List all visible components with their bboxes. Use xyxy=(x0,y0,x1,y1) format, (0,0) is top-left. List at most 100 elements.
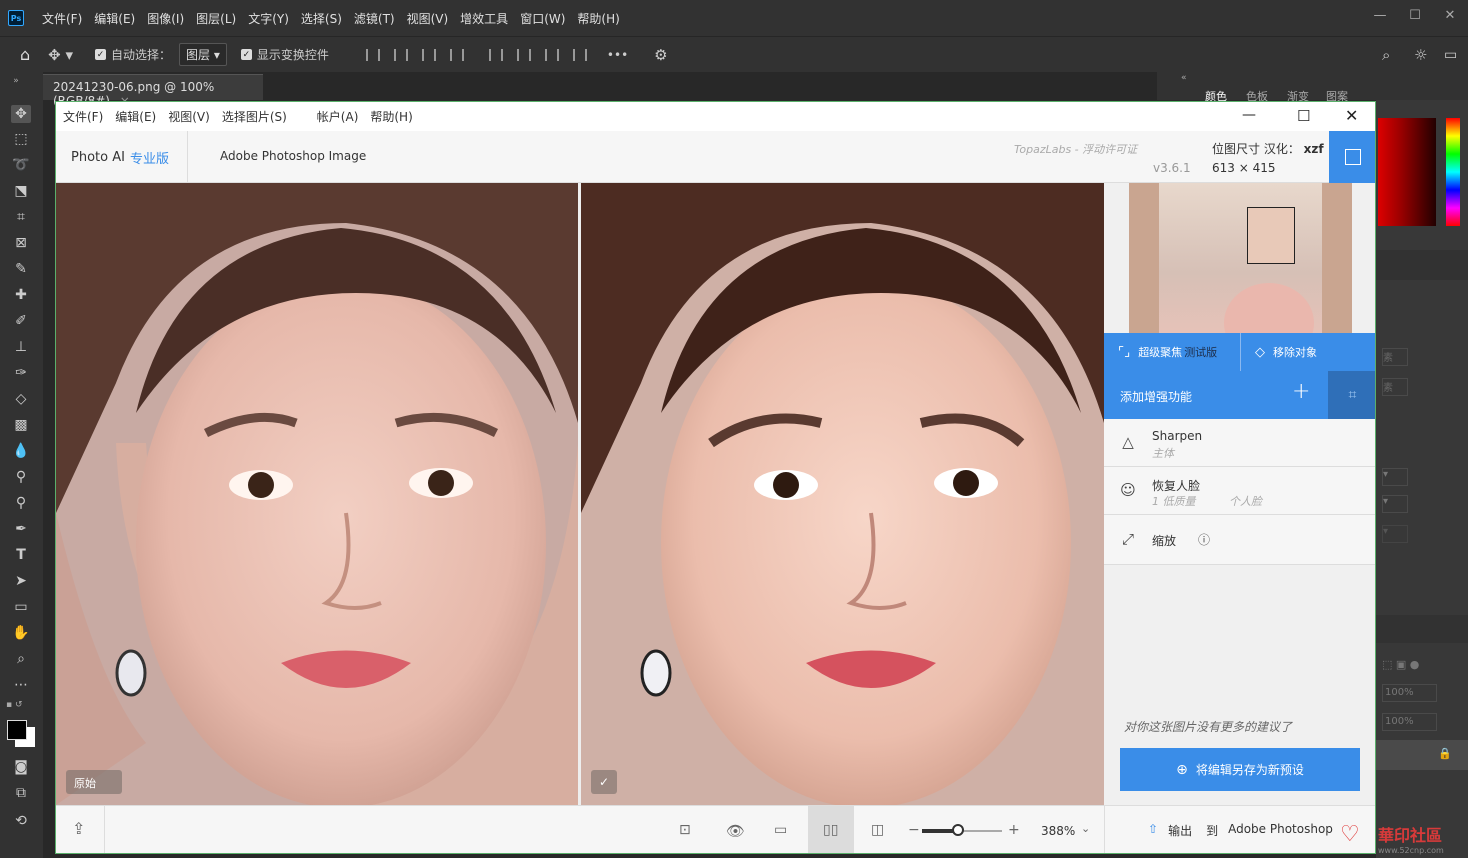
crop-button[interactable]: ⌗ xyxy=(1328,371,1375,419)
single-view-icon[interactable]: ▭ xyxy=(774,822,787,838)
layer-tools-icons[interactable]: ⬚ ▣ ● xyxy=(1382,658,1419,671)
dodge-icon[interactable]: ⚲ xyxy=(11,468,31,486)
distribute-vertical-icon[interactable] xyxy=(572,48,587,61)
tz-menu-help[interactable]: 帮助(H) xyxy=(364,108,418,125)
feature-upscale[interactable]: ⤢ 缩放 ⓘ xyxy=(1104,515,1375,565)
lasso-tool-icon[interactable]: ➰ xyxy=(11,156,31,174)
lightbulb-icon[interactable]: ☼ xyxy=(1414,46,1427,64)
info-icon[interactable]: ⓘ xyxy=(1198,531,1210,548)
eyedropper-icon[interactable]: ✎ xyxy=(11,260,31,278)
tz-menu-select-image[interactable]: 选择图片(S) xyxy=(216,108,293,125)
super-focus-button[interactable]: ⌜⌟ 超级聚焦 测试版 xyxy=(1104,333,1241,371)
screen-mode-icon[interactable]: ⧉ xyxy=(11,784,31,802)
hue-slider[interactable] xyxy=(1446,118,1460,226)
pen-tool-icon[interactable]: ✒ xyxy=(11,520,31,538)
align-middle-icon[interactable] xyxy=(516,48,531,61)
ps-menu-window[interactable]: 窗口(W) xyxy=(514,10,571,27)
ps-menu-file[interactable]: 文件(F) xyxy=(36,10,88,27)
ps-menu-select[interactable]: 选择(S) xyxy=(295,10,348,27)
ps-menu-view[interactable]: 视图(V) xyxy=(401,10,455,27)
zoom-in-icon[interactable]: + xyxy=(1008,822,1020,838)
panel-field[interactable]: 素 xyxy=(1382,348,1408,366)
panel-dropdown[interactable]: ▾ xyxy=(1382,468,1408,486)
workspace-icon[interactable]: ▭ xyxy=(1444,47,1457,63)
zoom-dropdown-icon[interactable]: ⌄ xyxy=(1081,822,1090,835)
gear-icon[interactable]: ⚙ xyxy=(654,46,667,64)
focus-view-icon[interactable]: ⊡ xyxy=(679,822,691,838)
tz-menu-file[interactable]: 文件(F) xyxy=(57,108,109,125)
ps-close-icon[interactable]: ✕ xyxy=(1440,8,1460,23)
panel-dropdown[interactable]: ▾ xyxy=(1382,525,1408,543)
burn-icon[interactable]: ⚲ xyxy=(11,494,31,512)
tz-menu-account[interactable]: 帐户(A) xyxy=(311,108,365,125)
more-options-icon[interactable]: ••• xyxy=(607,48,628,62)
foreground-color-swatch[interactable] xyxy=(7,720,27,740)
expand-toolbar-icon[interactable]: » xyxy=(6,72,26,90)
frame-tool-icon[interactable]: ⊠ xyxy=(11,234,31,252)
quick-mask-icon[interactable]: ◙ xyxy=(11,758,31,776)
type-tool-icon[interactable]: T xyxy=(11,546,31,564)
layer-row[interactable]: 🔒 xyxy=(1376,740,1468,770)
rectangle-tool-icon[interactable]: ▭ xyxy=(11,598,31,616)
stamp-tool-icon[interactable]: ⊥ xyxy=(11,338,31,356)
move-tool-icon[interactable]: ✥ xyxy=(11,105,31,123)
tz-menu-edit[interactable]: 编辑(E) xyxy=(109,108,162,125)
healing-brush-icon[interactable]: ✚ xyxy=(11,286,31,304)
tz-menu-view[interactable]: 视图(V) xyxy=(162,108,216,125)
align-bottom-icon[interactable] xyxy=(544,48,559,61)
tz-maximize-icon[interactable]: ☐ xyxy=(1297,107,1310,125)
feature-sharpen[interactable]: △ Sharpen 主体 xyxy=(1104,419,1375,467)
split-view-button[interactable]: ▯▯ xyxy=(808,806,854,853)
ps-menu-help[interactable]: 帮助(H) xyxy=(571,10,625,27)
panel-toggle-button[interactable] xyxy=(1329,131,1375,183)
ps-menu-type[interactable]: 文字(Y) xyxy=(242,10,295,27)
ps-document-tab[interactable]: 20241230-06.png @ 100%(RGB/8#) × xyxy=(43,74,263,108)
gradient-icon[interactable]: ▩ xyxy=(11,416,31,434)
remove-object-button[interactable]: ◇ 移除对象 xyxy=(1241,333,1375,371)
enhanced-image-view[interactable]: ✓ xyxy=(581,183,1104,805)
distribute-icon[interactable] xyxy=(449,48,464,61)
more-tools-icon[interactable]: ⋯ xyxy=(11,676,31,694)
zoom-slider-thumb[interactable] xyxy=(952,824,964,836)
panel-field[interactable]: 素 xyxy=(1382,378,1408,396)
show-transform-checkbox[interactable]: ✓ 显示变换控件 xyxy=(240,46,329,63)
save-preset-button[interactable]: ⊕ 将编辑另存为新预设 xyxy=(1120,748,1360,791)
opacity-field[interactable]: 100% xyxy=(1382,684,1437,702)
feature-face-recovery[interactable]: ☺ 恢复人脸 1 低质量 个人脸 xyxy=(1104,467,1375,515)
original-image-view[interactable]: 原始 xyxy=(56,183,578,805)
history-brush-icon[interactable]: ✑ xyxy=(11,364,31,382)
search-icon[interactable]: ⌕ xyxy=(1382,46,1390,64)
tz-minimize-icon[interactable]: — xyxy=(1242,107,1256,123)
tz-close-icon[interactable]: ✕ xyxy=(1345,106,1358,125)
crop-tool-icon[interactable]: ⌗ xyxy=(11,208,31,226)
swap-colors-icon[interactable]: ▪ ↺ xyxy=(6,700,32,710)
zoom-tool-icon[interactable]: ⌕ xyxy=(11,650,31,668)
add-enhancement-bar[interactable]: 添加增强功能 + ⌗ xyxy=(1104,371,1375,419)
export-button[interactable]: ⇧ 输出 到 Adobe Photoshop xyxy=(1148,822,1333,839)
eye-icon[interactable]: 👁 xyxy=(726,822,745,840)
blur-icon[interactable]: 💧 xyxy=(11,442,31,460)
ps-menu-plugins[interactable]: 增效工具 xyxy=(454,10,514,27)
upload-icon[interactable]: ⇪ xyxy=(72,819,85,838)
collapse-panel-icon[interactable]: « xyxy=(1181,73,1187,83)
zoom-slider-track[interactable] xyxy=(922,824,1002,836)
align-top-icon[interactable] xyxy=(488,48,503,61)
fill-field[interactable]: 100% xyxy=(1382,713,1437,731)
path-select-icon[interactable]: ➤ xyxy=(11,572,31,590)
ps-menu-filter[interactable]: 滤镜(T) xyxy=(348,10,401,27)
eraser-icon[interactable]: ◇ xyxy=(11,390,31,408)
home-icon[interactable]: ⌂ xyxy=(20,45,30,64)
move-tool-icon[interactable]: ✥ ▾ xyxy=(48,46,73,64)
align-right-icon[interactable] xyxy=(421,48,436,61)
plus-icon[interactable]: + xyxy=(1292,379,1310,404)
zoom-value[interactable]: 388% xyxy=(1041,824,1075,838)
marquee-tool-icon[interactable]: ⬚ xyxy=(11,130,31,148)
edit-toolbar-icon[interactable]: ⟲ xyxy=(11,812,31,830)
ps-menu-edit[interactable]: 编辑(E) xyxy=(88,10,141,27)
layer-select-dropdown[interactable]: 图层 ▾ xyxy=(179,43,227,66)
ps-minimize-icon[interactable]: — xyxy=(1370,8,1390,23)
auto-select-checkbox[interactable]: ✓ 自动选择： xyxy=(95,46,171,63)
object-select-icon[interactable]: ⬔ xyxy=(11,182,31,200)
ps-menu-image[interactable]: 图像(I) xyxy=(141,10,190,27)
compare-view-icon[interactable]: ◫ xyxy=(871,822,884,838)
